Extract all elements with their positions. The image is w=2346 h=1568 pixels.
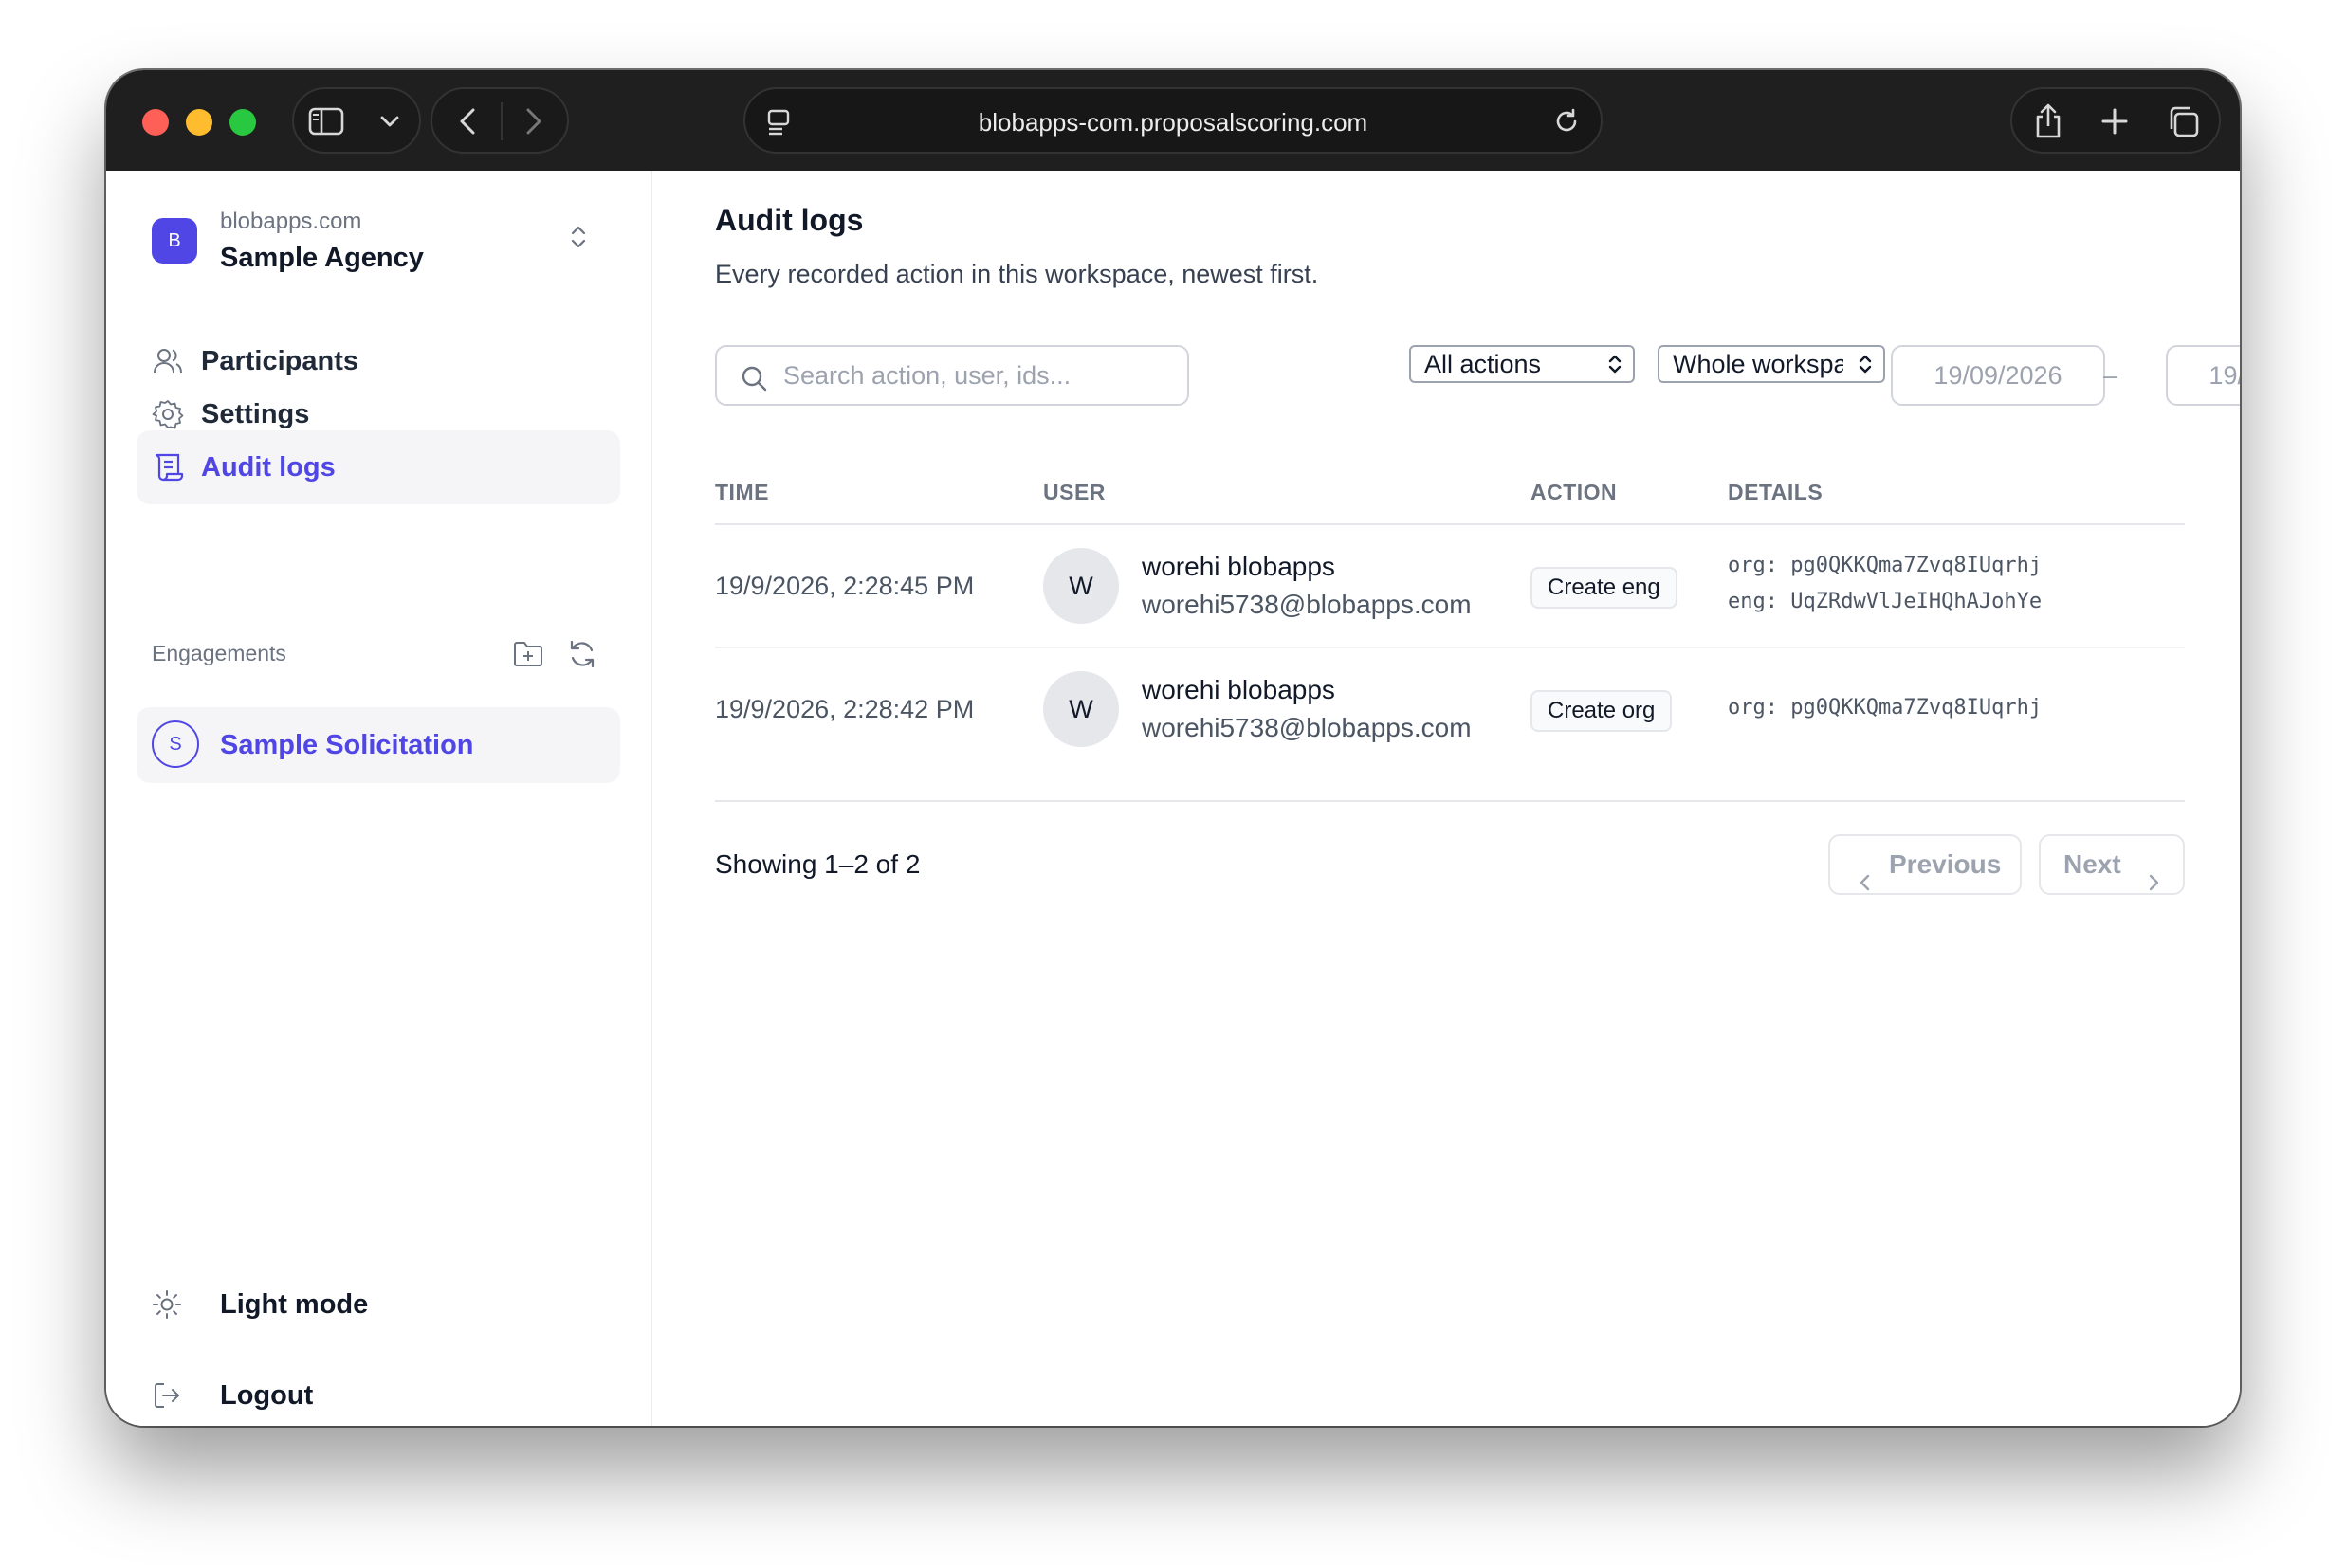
address-bar[interactable]: blobapps-com.proposalscoring.com	[743, 87, 1603, 154]
row-user-email: worehi5738@blobapps.com	[1142, 713, 1472, 742]
scope-filter-value: Whole workspace	[1673, 350, 1843, 378]
table-footer-divider	[715, 800, 2185, 802]
refresh-icon[interactable]	[567, 639, 597, 674]
engagement-item-sample-solicitation[interactable]: S Sample Solicitation	[137, 707, 620, 783]
sidebar-item-label: Audit logs	[201, 452, 336, 483]
window-actions-group	[2010, 87, 2221, 154]
search-icon	[740, 364, 768, 397]
new-folder-icon[interactable]	[512, 639, 544, 674]
light-mode-toggle[interactable]: Light mode	[152, 1276, 569, 1333]
browser-toolbar: blobapps-com.proposalscoring.com	[106, 70, 2240, 171]
users-icon	[152, 345, 184, 377]
history-nav-group	[431, 87, 569, 154]
sidebar: B blobapps.com Sample Agency Participant…	[106, 171, 652, 1426]
page-title: Audit logs	[715, 203, 864, 237]
row-detail-org: org: pg0QKKQma7Zvq8IUqrhj	[1728, 554, 2043, 577]
logout-icon	[152, 1380, 182, 1415]
forward-arrow-icon[interactable]	[518, 104, 550, 138]
new-tab-icon[interactable]	[2098, 104, 2132, 138]
action-badge: Create eng	[1530, 567, 1677, 609]
row-user-name: worehi blobapps	[1142, 675, 1335, 704]
chevron-up-down-icon	[1857, 353, 1874, 380]
row-user-name: worehi blobapps	[1142, 552, 1335, 581]
chevron-left-icon	[1859, 855, 1872, 912]
row-user-email: worehi5738@blobapps.com	[1142, 590, 1472, 619]
back-arrow-icon[interactable]	[451, 104, 484, 138]
column-header-user: USER	[1043, 480, 1106, 504]
page-subtitle: Every recorded action in this workspace,…	[715, 260, 1319, 288]
action-filter-value: All actions	[1424, 350, 1542, 378]
sidebar-item-audit-logs[interactable]: Audit logs	[137, 430, 620, 504]
row-time: 19/9/2026, 2:28:42 PM	[715, 695, 975, 723]
column-header-details: DETAILS	[1728, 480, 1824, 504]
sun-icon	[152, 1289, 182, 1324]
zoom-window-button[interactable]	[229, 109, 256, 136]
chevron-up-down-icon[interactable]	[569, 224, 588, 255]
org-name: Sample Agency	[220, 243, 424, 273]
sidebar-toggle-group	[292, 87, 421, 154]
pagination-summary: Showing 1–2 of 2	[715, 849, 921, 879]
close-window-button[interactable]	[142, 109, 169, 136]
logout-button[interactable]: Logout	[152, 1367, 569, 1424]
search-field[interactable]	[715, 345, 1189, 406]
column-header-action: ACTION	[1530, 480, 1618, 504]
date-from-input[interactable]: 19/09/2026	[1891, 345, 2105, 406]
org-switcher[interactable]: B blobapps.com Sample Agency	[152, 199, 588, 275]
chevron-right-icon	[2147, 855, 2160, 912]
row-detail-org: org: pg0QKKQma7Zvq8IUqrhj	[1728, 696, 2043, 720]
reload-icon[interactable]	[1551, 106, 1582, 137]
browser-window: blobapps-com.proposalscoring.com B bloba…	[106, 70, 2240, 1426]
table-row: 19/9/2026, 2:28:42 PM W worehi blobapps …	[715, 648, 2185, 770]
engagement-badge: S	[152, 720, 199, 768]
date-range-separator: –	[2103, 361, 2118, 390]
column-header-time: TIME	[715, 480, 769, 504]
gear-icon	[152, 398, 184, 430]
search-input[interactable]	[783, 353, 1172, 398]
chevron-up-down-icon	[1606, 353, 1623, 380]
share-icon[interactable]	[2029, 100, 2067, 142]
table-row: 19/9/2026, 2:28:45 PM W worehi blobapps …	[715, 525, 2185, 647]
scope-filter-select[interactable]: Whole workspace	[1658, 345, 1885, 383]
previous-label: Previous	[1889, 849, 2002, 879]
chevron-down-icon[interactable]	[376, 108, 404, 135]
avatar: W	[1043, 671, 1119, 747]
minimize-window-button[interactable]	[186, 109, 212, 136]
scroll-icon	[152, 451, 184, 483]
action-filter-select[interactable]: All actions	[1409, 345, 1635, 383]
logout-label: Logout	[220, 1380, 314, 1411]
engagement-label: Sample Solicitation	[220, 730, 474, 760]
row-detail-eng: eng: UqZRdwVlJeIHQhAJohYe	[1728, 590, 2043, 613]
org-domain: blobapps.com	[220, 209, 362, 234]
avatar: W	[1043, 548, 1119, 624]
tab-overview-icon[interactable]	[2164, 102, 2202, 140]
action-badge: Create org	[1530, 690, 1673, 732]
row-time: 19/9/2026, 2:28:45 PM	[715, 572, 975, 600]
previous-page-button[interactable]: Previous	[1828, 834, 2022, 895]
main-content: Audit logs Every recorded action in this…	[654, 171, 2240, 1426]
engagements-actions	[512, 637, 603, 675]
sidebar-toggle-icon[interactable]	[307, 104, 345, 138]
url-text: blobapps-com.proposalscoring.com	[978, 108, 1368, 137]
org-avatar: B	[152, 218, 197, 264]
next-label: Next	[2063, 849, 2121, 879]
next-page-button[interactable]: Next	[2039, 834, 2185, 895]
engagements-section-label: Engagements	[152, 641, 286, 665]
light-mode-label: Light mode	[220, 1289, 369, 1320]
date-to-input[interactable]: 19/09/2026	[2166, 345, 2240, 406]
